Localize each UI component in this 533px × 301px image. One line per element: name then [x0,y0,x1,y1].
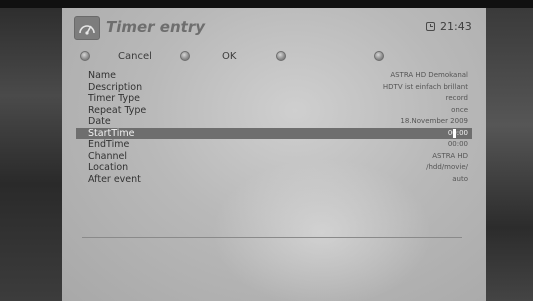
background-left [0,8,62,301]
field-value: once [451,105,468,114]
field-location[interactable]: Location /hdd/movie/ [76,162,472,174]
field-value: ASTRA HD [432,151,468,160]
ok-button[interactable]: OK [222,51,236,62]
field-label: After event [88,173,141,185]
header-bar: Timer entry 21:43 [62,8,486,46]
field-label: Location [88,162,129,173]
field-value: 00:00 [447,140,468,148]
green-button-icon[interactable] [180,51,190,61]
timer-field-list: Name ASTRA HD Demokanal Description HDTV… [76,70,472,185]
clock-time: 21:43 [440,20,472,33]
field-date[interactable]: Date 18.November 2009 [76,116,472,128]
yellow-button-icon[interactable] [276,51,286,61]
field-label: Date [88,116,111,127]
field-label: StartTime [88,127,135,139]
cancel-button[interactable]: Cancel [118,51,152,62]
field-value: auto [452,174,468,183]
field-description[interactable]: Description HDTV ist einfach brillant [76,82,472,94]
field-channel[interactable]: Channel ASTRA HD [76,151,472,163]
red-button-icon[interactable] [80,51,90,61]
field-value: record [445,94,468,102]
field-name[interactable]: Name ASTRA HD Demokanal [76,70,472,82]
divider-line [82,237,462,238]
field-label: Repeat Type [88,104,147,116]
field-label: Channel [88,150,128,162]
text-cursor [453,128,456,138]
field-value: ASTRA HD Demokanal [390,71,468,79]
page-title: Timer entry [106,18,205,36]
clock-icon [426,22,435,31]
field-repeat-type[interactable]: Repeat Type once [76,105,472,117]
field-value: HDTV ist einfach brillant [382,82,468,91]
field-label: EndTime [88,139,130,150]
field-label: Name [88,70,117,81]
timer-entry-panel: Timer entry 21:43 Cancel OK Name ASTRA H… [62,8,486,301]
field-value: /hdd/movie/ [426,163,468,171]
background-right [486,8,533,301]
timer-gauge-icon [74,16,100,40]
blue-button-icon[interactable] [374,51,384,61]
field-label: Description [88,81,143,93]
top-border [0,0,533,8]
field-end-time[interactable]: EndTime 00:00 [76,139,472,151]
field-timer-type[interactable]: Timer Type record [76,93,472,105]
button-bar: Cancel OK [72,48,472,64]
field-start-time[interactable]: StartTime 00:00 [76,127,472,140]
field-value: 18.November 2009 [400,117,468,125]
field-after-event[interactable]: After event auto [76,174,472,186]
field-label: Timer Type [88,93,140,104]
field-value[interactable]: 00:00 [448,128,468,140]
